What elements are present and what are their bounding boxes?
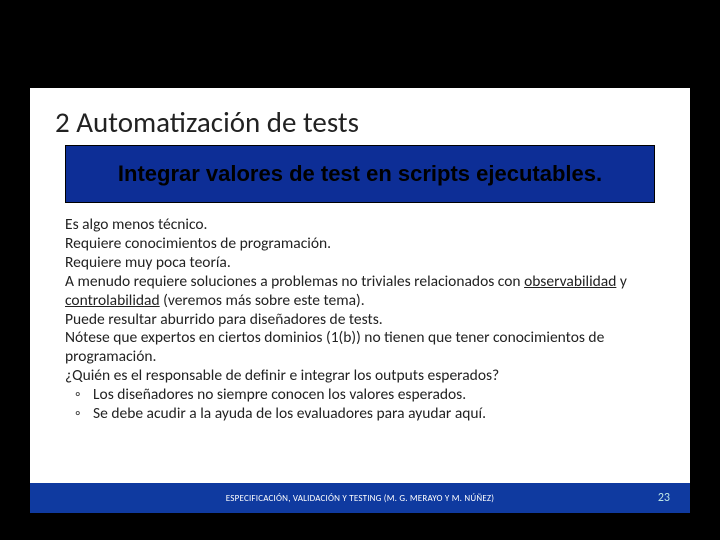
line-5: Puede resultar aburrido para diseñadores… [65,311,660,330]
sub-1: Los diseñadores no siempre conocen los v… [65,386,660,405]
footer-text: ESPECIFICACIÓN, VALIDACIÓN Y TESTING (M.… [30,493,690,504]
line-4-u1: observabilidad [524,272,616,291]
banner-text: Integrar valores de test en scripts ejec… [118,161,602,186]
line-4-u2: controlabilidad [65,291,160,310]
line-3: Requiere muy poca teoría. [65,254,660,273]
body-text: Es algo menos técnico. Requiere conocimi… [65,216,660,424]
sub-2: Se debe acudir a la ayuda de los evaluad… [65,405,660,424]
line-4b: (veremos más sobre este tema). [160,291,365,310]
slide: 2 Automatización de tests Integrar valor… [30,88,690,513]
line-6: Nótese que expertos en ciertos dominios … [65,329,660,367]
footer-bar: ESPECIFICACIÓN, VALIDACIÓN Y TESTING (M.… [30,483,690,513]
line-4: A menudo requiere soluciones a problemas… [65,273,660,311]
line-2: Requiere conocimientos de programación. [65,235,660,254]
line-4-mid: y [616,272,627,291]
line-7: ¿Quién es el responsable de definir e in… [65,367,660,386]
line-4a: A menudo requiere soluciones a problemas… [65,272,524,291]
slide-title: 2 Automatización de tests [55,104,359,140]
banner: Integrar valores de test en scripts ejec… [65,145,655,203]
line-1: Es algo menos técnico. [65,216,660,235]
page-number: 23 [658,491,670,505]
